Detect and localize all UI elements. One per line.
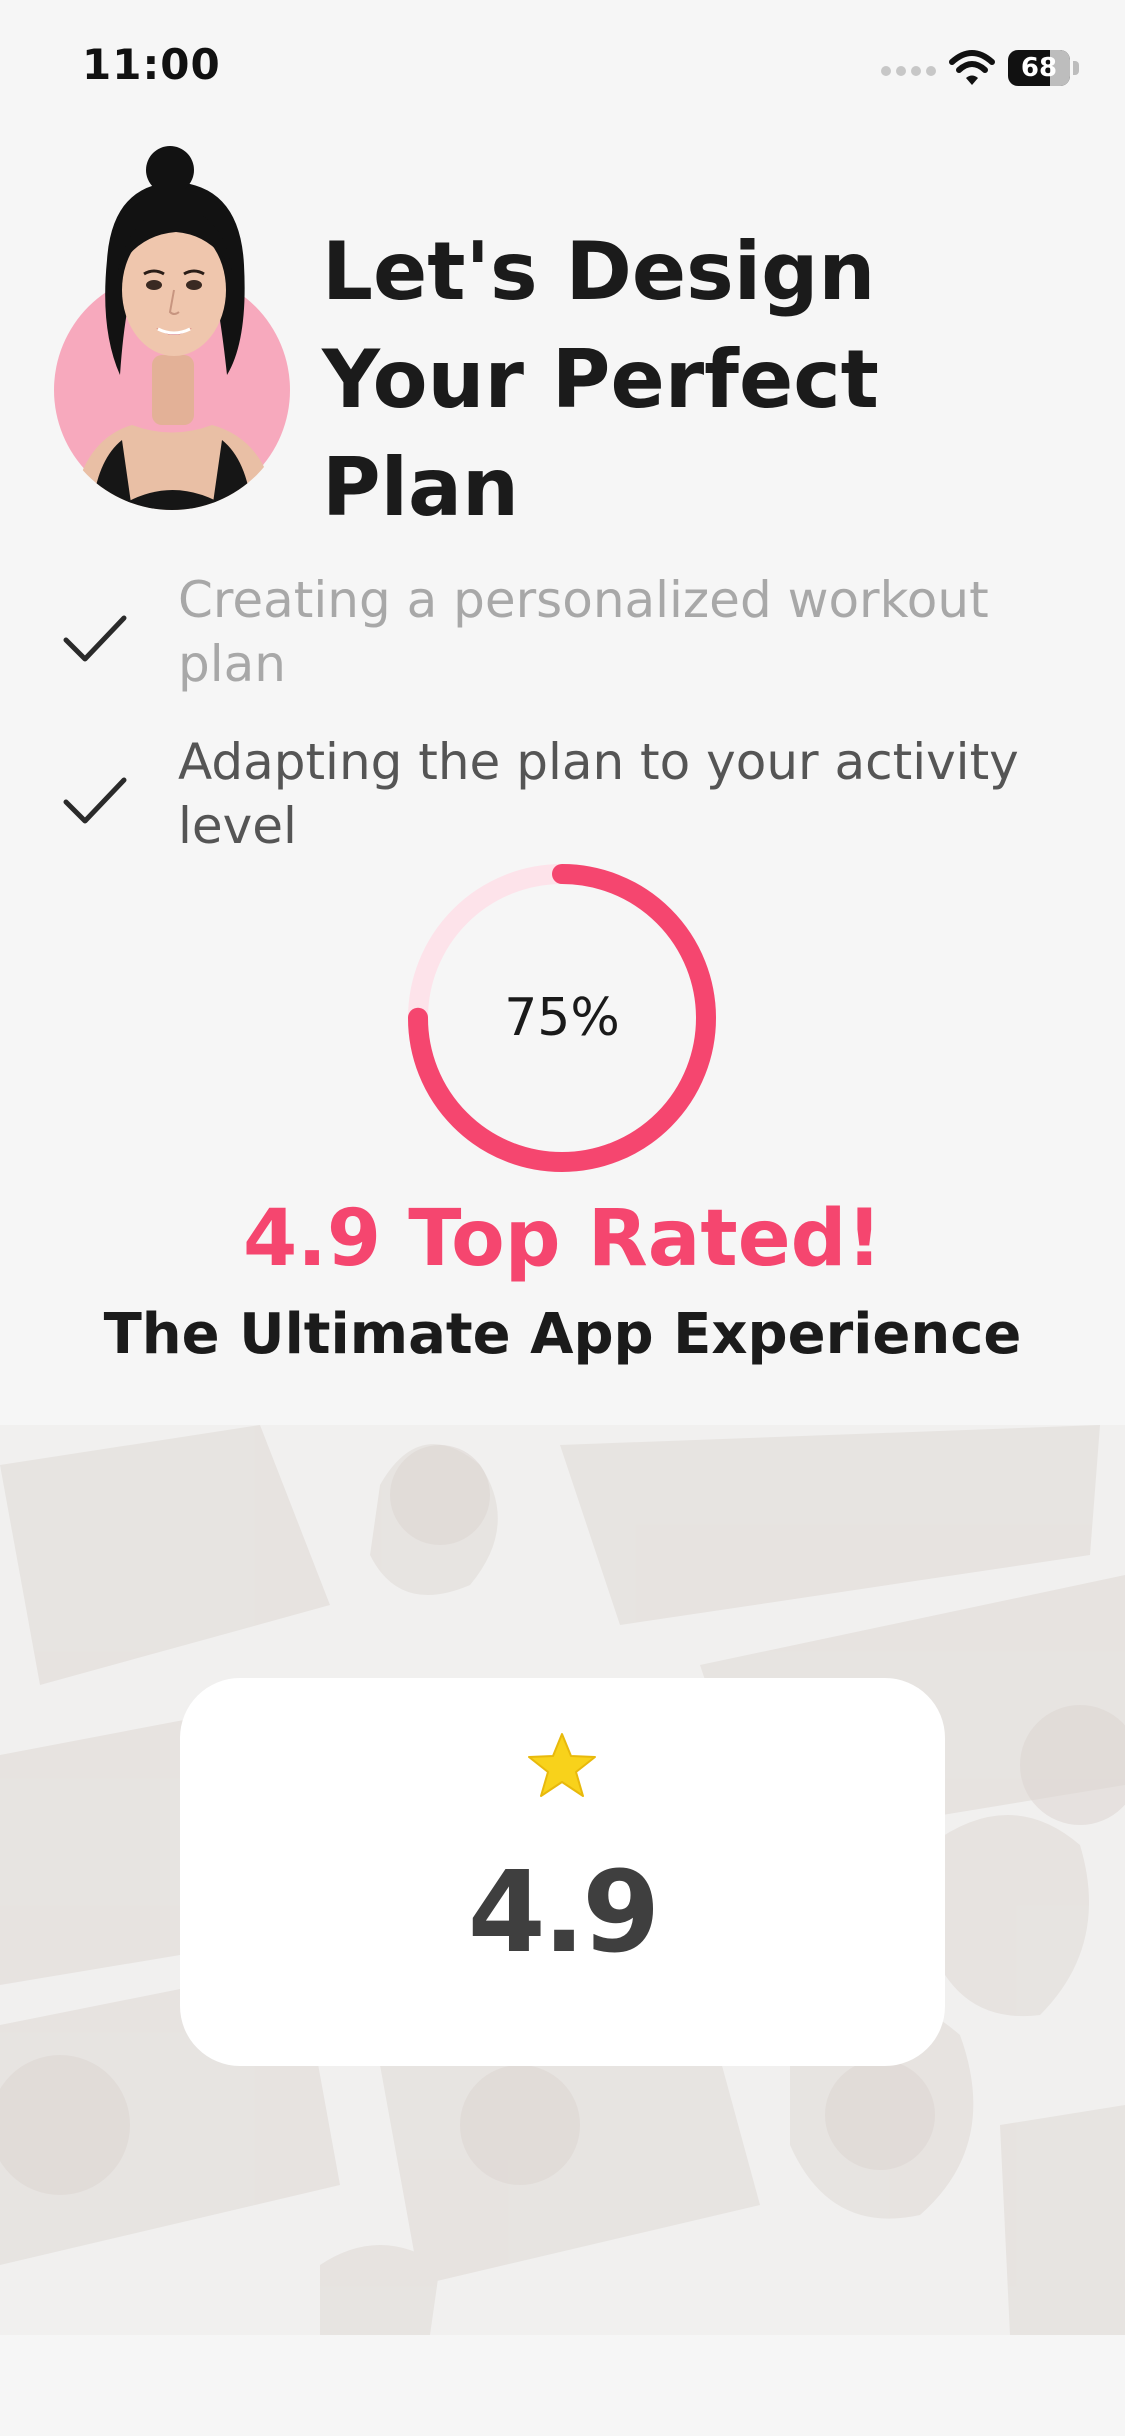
rating-headline: 4.9 Top Rated! [242,1194,883,1284]
checklist-item-label: Adapting the plan to your activity level [178,733,1019,855]
progress-percent: 75% [504,988,620,1048]
battery-level: 68 [1020,53,1058,83]
rating-subline: The Ultimate App Experience [103,1302,1022,1367]
checkmark-icon [63,777,127,824]
star-icon [528,1733,596,1797]
status-time: 11:00 [82,40,221,89]
app-screen: 11:00 68 Let's Design Your Perfect Plan … [0,0,1125,2436]
rating-score: 4.9 [467,1848,660,1978]
checklist-item-label: Creating a personalized workout plan [178,571,989,693]
status-bar: 11:00 68 [0,0,1125,140]
page-title: Let's Design Your Perfect Plan [322,225,879,534]
battery-body: 68 [1008,50,1070,86]
wifi-icon [949,50,995,85]
battery-tip [1073,61,1079,75]
battery-icon: 68 [1008,50,1082,86]
rating-card: 4.9 [180,1678,945,2066]
cellular-signal-icon [881,66,936,76]
checkmark-icon [63,615,127,662]
coach-avatar [52,140,292,510]
